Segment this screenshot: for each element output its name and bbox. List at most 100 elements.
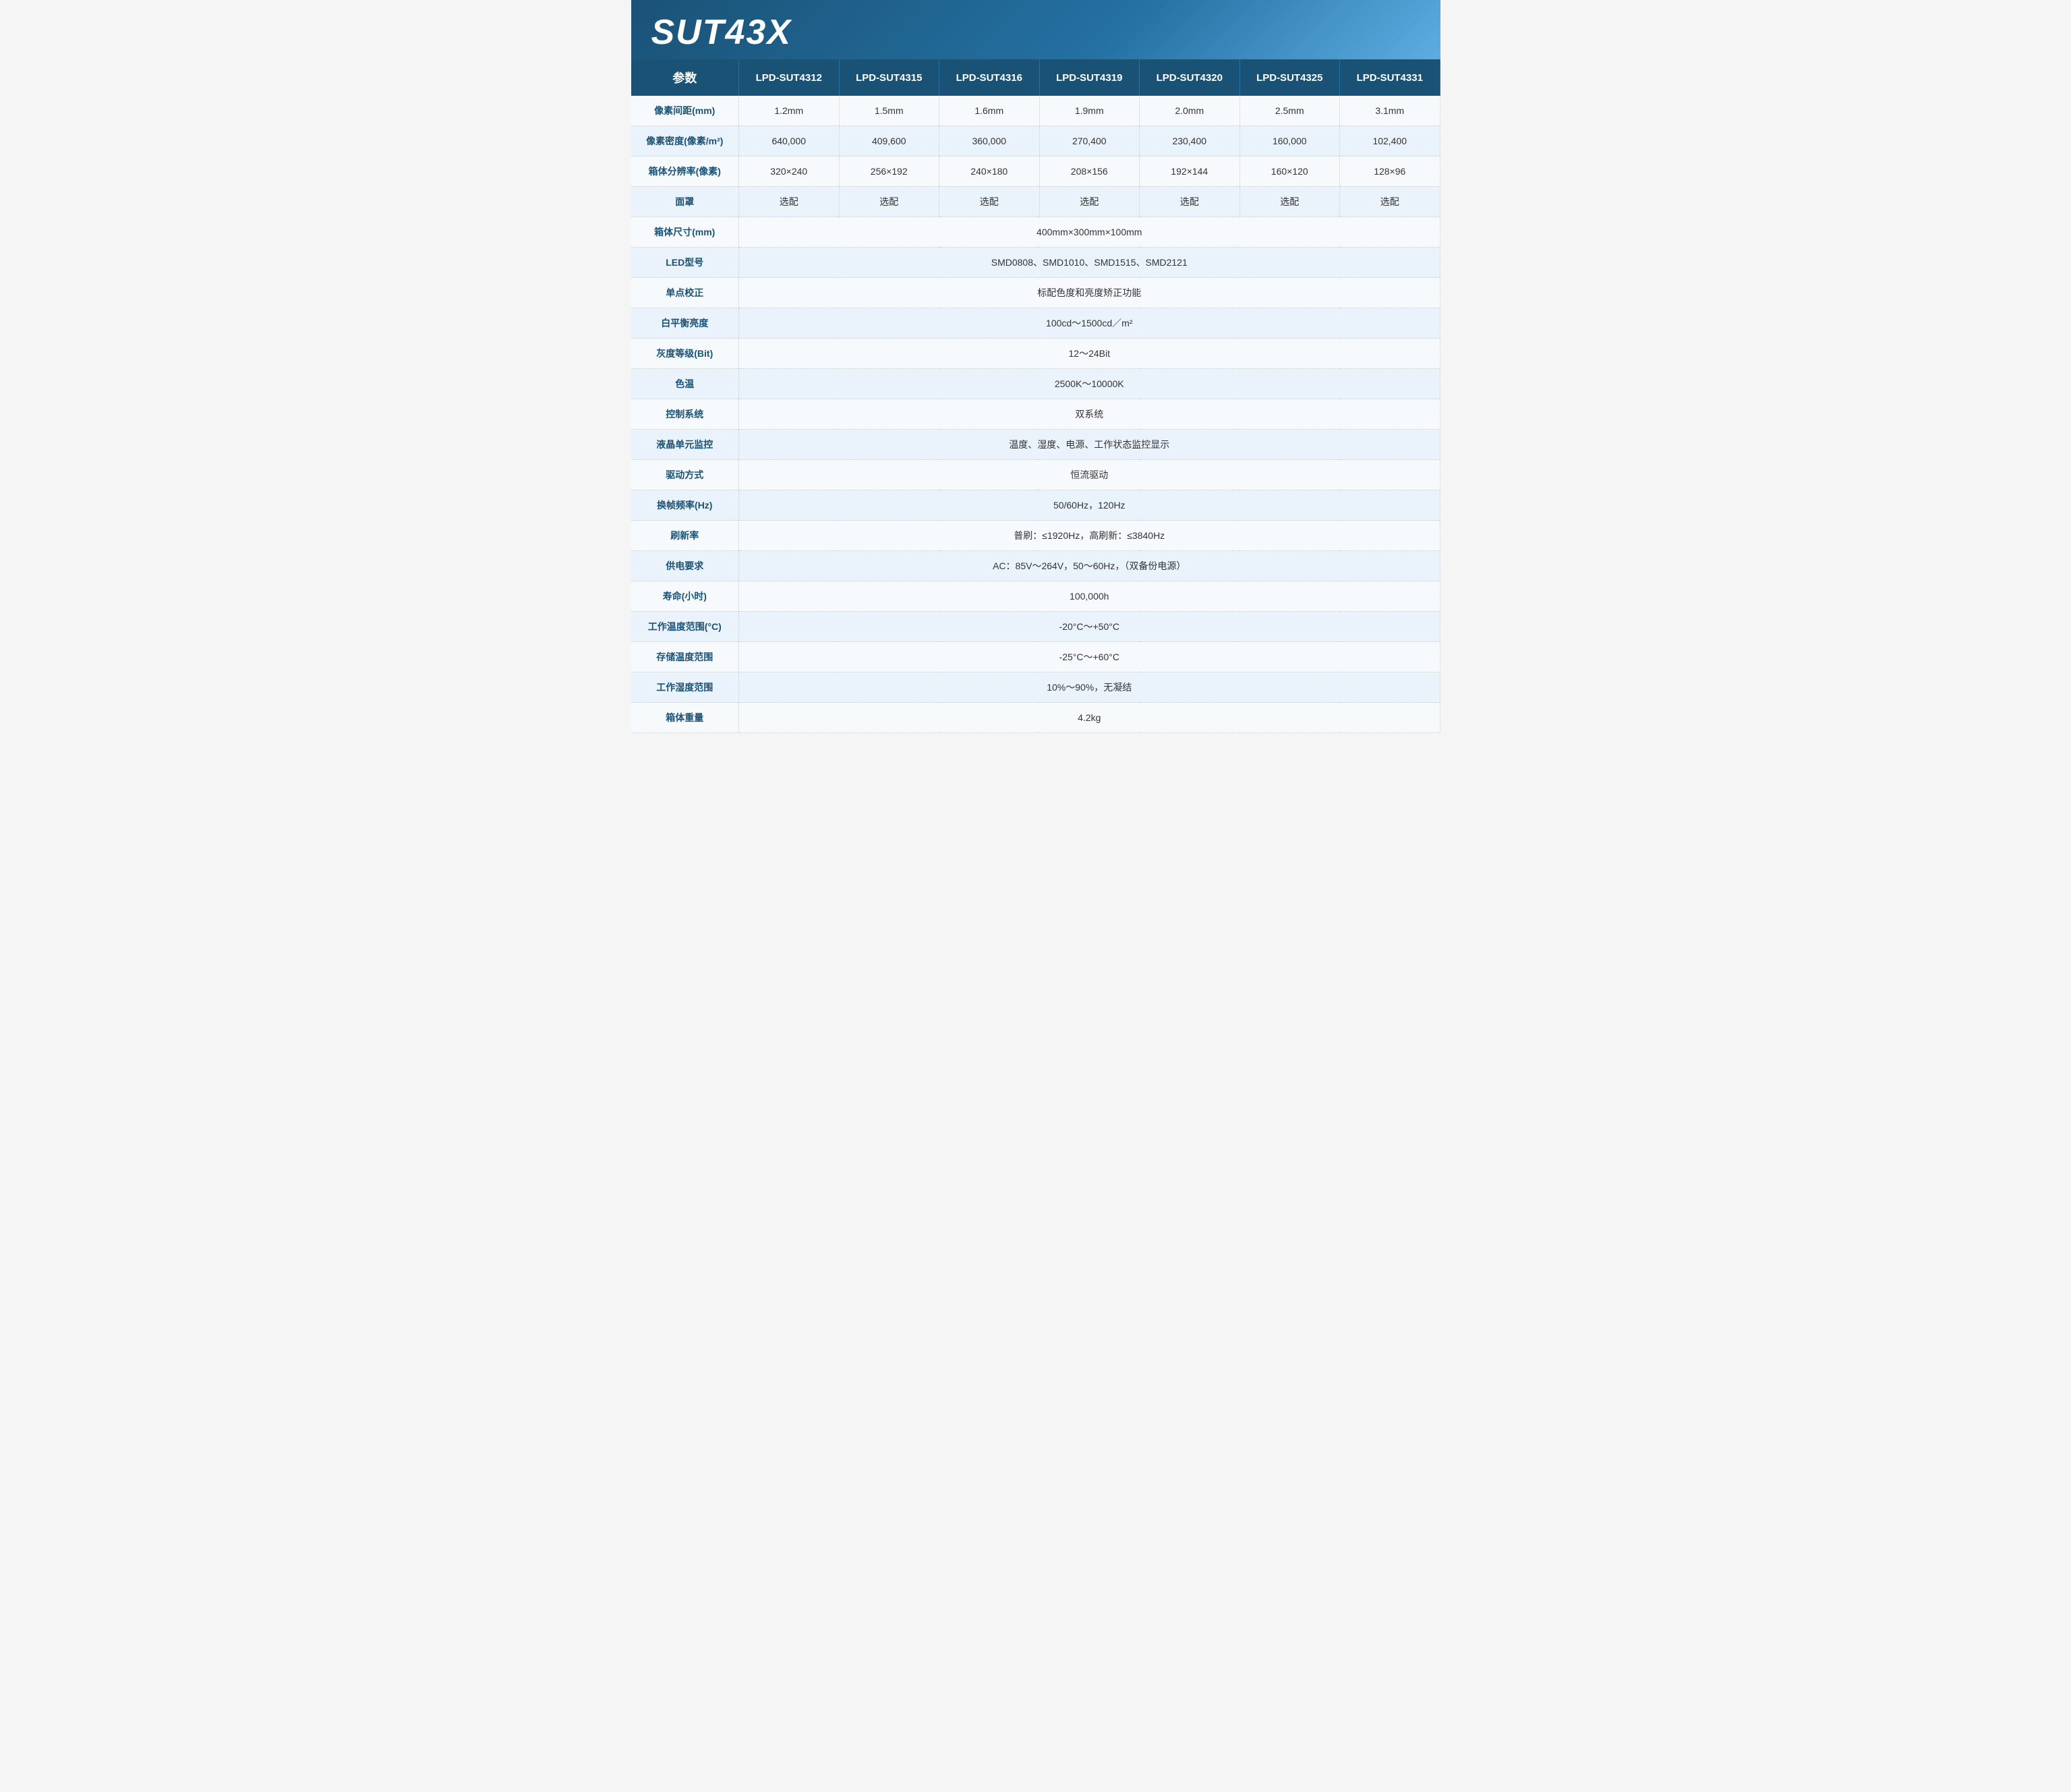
row-label: 白平衡亮度 [631, 308, 739, 339]
row-label: 液晶单元监控 [631, 430, 739, 460]
row-label: 换帧频率(Hz) [631, 490, 739, 521]
table-row: 工作湿度范围10%～90%，无凝结 [631, 672, 1440, 703]
row-span-value: 10%～90%，无凝结 [739, 672, 1440, 703]
row-label: 箱体尺寸(mm) [631, 217, 739, 248]
col-header-4: LPD-SUT4320 [1140, 59, 1240, 96]
row-cell: 240×180 [939, 156, 1040, 187]
col-header-3: LPD-SUT4319 [1039, 59, 1140, 96]
row-cell: 1.6mm [939, 96, 1040, 126]
row-cell: 160,000 [1239, 126, 1340, 156]
row-span-value: SMD0808、SMD1010、SMD1515、SMD2121 [739, 248, 1440, 278]
row-label: 控制系统 [631, 399, 739, 430]
row-label: 面罩 [631, 187, 739, 217]
row-label: 箱体重量 [631, 703, 739, 733]
row-cell: 320×240 [739, 156, 840, 187]
table-row: 存储温度范围-25°C～+60°C [631, 642, 1440, 672]
row-cell: 270,400 [1039, 126, 1140, 156]
row-cell: 3.1mm [1340, 96, 1440, 126]
table-row: 灰度等级(Bit)12～24Bit [631, 339, 1440, 369]
row-span-value: 标配色度和亮度矫正功能 [739, 278, 1440, 308]
row-cell: 2.5mm [1239, 96, 1340, 126]
table-row: 换帧频率(Hz)50/60Hz，120Hz [631, 490, 1440, 521]
row-cell: 选配 [1239, 187, 1340, 217]
table-row: 控制系统双系统 [631, 399, 1440, 430]
table-row: 液晶单元监控温度、湿度、电源、工作状态监控显示 [631, 430, 1440, 460]
table-row: 供电要求AC：85V～264V，50～60Hz，（双备份电源） [631, 551, 1440, 581]
row-label: 灰度等级(Bit) [631, 339, 739, 369]
row-cell: 160×120 [1239, 156, 1340, 187]
table-row: 工作温度范围(°C)-20°C～+50°C [631, 612, 1440, 642]
row-span-value: 50/60Hz，120Hz [739, 490, 1440, 521]
row-label: 供电要求 [631, 551, 739, 581]
row-label: 驱动方式 [631, 460, 739, 490]
row-span-value: 4.2kg [739, 703, 1440, 733]
row-cell: 选配 [1140, 187, 1240, 217]
row-span-value: -20°C～+50°C [739, 612, 1440, 642]
col-header-0: LPD-SUT4312 [739, 59, 840, 96]
row-span-value: 100cd～1500cd／m² [739, 308, 1440, 339]
row-label: 寿命(小时) [631, 581, 739, 612]
col-header-6: LPD-SUT4331 [1340, 59, 1440, 96]
row-cell: 640,000 [739, 126, 840, 156]
row-span-value: 400mm×300mm×100mm [739, 217, 1440, 248]
table-row: 像素间距(mm)1.2mm1.5mm1.6mm1.9mm2.0mm2.5mm3.… [631, 96, 1440, 126]
row-span-value: 双系统 [739, 399, 1440, 430]
row-span-value: -25°C～+60°C [739, 642, 1440, 672]
table-row: 箱体尺寸(mm)400mm×300mm×100mm [631, 217, 1440, 248]
row-cell: 192×144 [1140, 156, 1240, 187]
row-label: 像素密度(像素/m²) [631, 126, 739, 156]
col-header-2: LPD-SUT4316 [939, 59, 1040, 96]
table-row: 箱体分辨率(像素)320×240256×192240×180208×156192… [631, 156, 1440, 187]
row-cell: 1.2mm [739, 96, 840, 126]
row-label: 箱体分辨率(像素) [631, 156, 739, 187]
row-label: 存储温度范围 [631, 642, 739, 672]
row-cell: 360,000 [939, 126, 1040, 156]
row-cell: 208×156 [1039, 156, 1140, 187]
specs-table: 参数 LPD-SUT4312 LPD-SUT4315 LPD-SUT4316 L… [631, 59, 1440, 733]
row-cell: 选配 [1039, 187, 1140, 217]
col-header-5: LPD-SUT4325 [1239, 59, 1340, 96]
table-row: 寿命(小时)100,000h [631, 581, 1440, 612]
row-span-value: 100,000h [739, 581, 1440, 612]
row-cell: 选配 [939, 187, 1040, 217]
table-row: 色温2500K～10000K [631, 369, 1440, 399]
row-label: 工作温度范围(°C) [631, 612, 739, 642]
row-cell: 2.0mm [1140, 96, 1240, 126]
row-span-value: 12～24Bit [739, 339, 1440, 369]
table-row: 单点校正标配色度和亮度矫正功能 [631, 278, 1440, 308]
row-label: 刷新率 [631, 521, 739, 551]
row-label: 单点校正 [631, 278, 739, 308]
table-row: 驱动方式恒流驱动 [631, 460, 1440, 490]
table-row: 像素密度(像素/m²)640,000409,600360,000270,4002… [631, 126, 1440, 156]
row-span-value: 温度、湿度、电源、工作状态监控显示 [739, 430, 1440, 460]
row-label: 像素间距(mm) [631, 96, 739, 126]
col-header-1: LPD-SUT4315 [839, 59, 939, 96]
row-cell: 选配 [739, 187, 840, 217]
page-header: SUT43X [631, 0, 1440, 59]
table-row: 面罩选配选配选配选配选配选配选配 [631, 187, 1440, 217]
table-row: 白平衡亮度100cd～1500cd／m² [631, 308, 1440, 339]
table-row: 刷新率普刷：≤1920Hz，高刷新：≤3840Hz [631, 521, 1440, 551]
row-span-value: AC：85V～264V，50～60Hz，（双备份电源） [739, 551, 1440, 581]
table-header-row: 参数 LPD-SUT4312 LPD-SUT4315 LPD-SUT4316 L… [631, 59, 1440, 96]
row-span-value: 普刷：≤1920Hz，高刷新：≤3840Hz [739, 521, 1440, 551]
row-cell: 256×192 [839, 156, 939, 187]
table-row: LED型号SMD0808、SMD1010、SMD1515、SMD2121 [631, 248, 1440, 278]
row-span-value: 恒流驱动 [739, 460, 1440, 490]
col-header-param: 参数 [631, 59, 739, 96]
row-cell: 1.5mm [839, 96, 939, 126]
product-title: SUT43X [651, 12, 792, 53]
row-label: 色温 [631, 369, 739, 399]
table-row: 箱体重量4.2kg [631, 703, 1440, 733]
row-cell: 128×96 [1340, 156, 1440, 187]
row-cell: 1.9mm [1039, 96, 1140, 126]
row-label: LED型号 [631, 248, 739, 278]
row-cell: 选配 [839, 187, 939, 217]
row-span-value: 2500K～10000K [739, 369, 1440, 399]
row-cell: 230,400 [1140, 126, 1240, 156]
page-container: SUT43X 参数 LPD-SUT4312 LPD-SUT4315 LPD-SU… [631, 0, 1440, 733]
row-cell: 409,600 [839, 126, 939, 156]
row-label: 工作湿度范围 [631, 672, 739, 703]
row-cell: 选配 [1340, 187, 1440, 217]
row-cell: 102,400 [1340, 126, 1440, 156]
